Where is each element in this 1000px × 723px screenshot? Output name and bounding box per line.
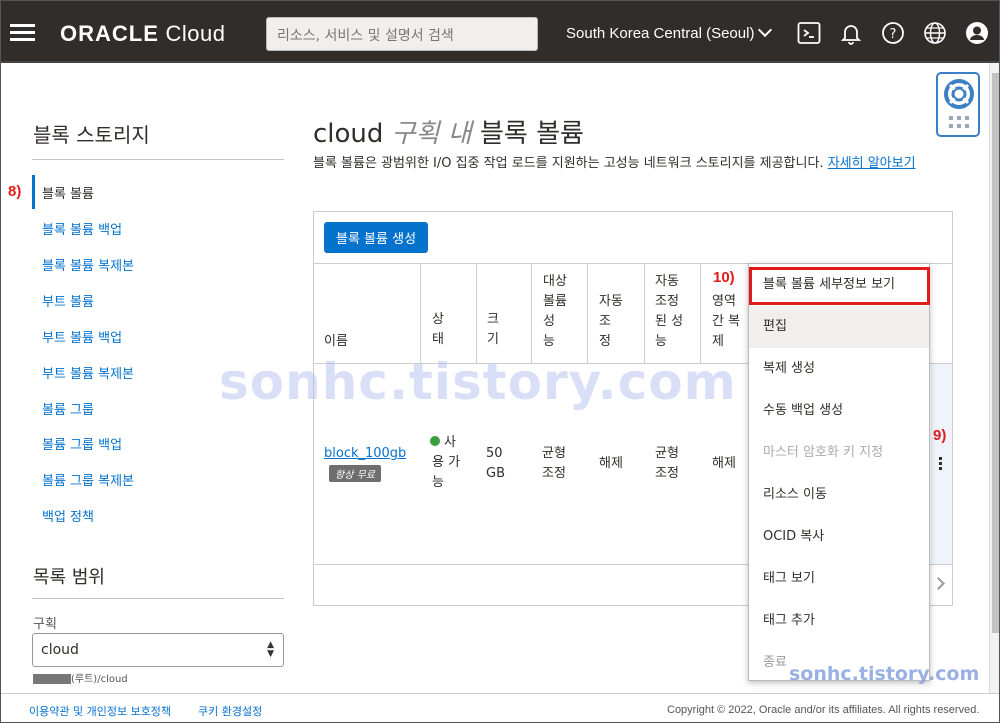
column-header-target-performance[interactable]: 대상 볼륨 성 능 [543, 272, 567, 352]
sidebar-item-block-volume-backups[interactable]: 블록 볼륨 백업 [42, 219, 122, 238]
cloud-shell-icon[interactable] [797, 21, 821, 45]
bell-icon[interactable] [839, 21, 863, 45]
learn-more-link[interactable]: 자세히 알아보기 [828, 156, 916, 171]
menu-item-move-resource[interactable]: 리소스 이동 [749, 474, 929, 516]
cross-region-cell: 해제 [712, 456, 736, 471]
column-header-auto-tune[interactable]: 자동 조 정 [599, 292, 623, 352]
scrollbar-thumb[interactable] [992, 73, 999, 633]
annotation-step-10: 10) [713, 269, 735, 286]
menu-item-edit[interactable]: 편집 [749, 306, 929, 348]
column-separator [587, 263, 588, 363]
logo-cloud: Cloud [165, 21, 226, 46]
size-cell: 50 GB [486, 446, 505, 481]
column-header-size[interactable]: 크기 [487, 310, 499, 350]
sidebar-item-boot-volume-backups[interactable]: 부트 볼륨 백업 [42, 327, 122, 346]
column-separator [476, 263, 477, 363]
page-description: 블록 볼륨은 광범위한 I/O 집중 작업 로드를 지원하는 고성능 네트워크 … [313, 156, 916, 171]
compartment-label: 구획 [33, 617, 57, 632]
sidebar-active-indicator [32, 175, 35, 209]
sidebar-item-block-volumes[interactable]: 블록 볼륨 [42, 183, 94, 202]
list-scope-title: 목록 범위 [33, 567, 105, 588]
watermark: sonhc.tistory.com [219, 353, 737, 411]
help-floater-button[interactable] [936, 72, 980, 137]
target-performance-cell: 균형 조정 [542, 446, 566, 481]
column-separator [420, 263, 421, 363]
compartment-path: (루트)/cloud [33, 670, 128, 685]
logo-oracle: ORACLE [60, 21, 159, 46]
help-icon[interactable]: ? [881, 21, 905, 45]
console-window: ORACLE Cloud 리소스, 서비스 및 설명서 검색 South Kor… [0, 0, 1000, 723]
column-separator [700, 263, 701, 363]
row-actions-kebab-icon[interactable] [939, 457, 943, 472]
select-arrows-icon: ▲ ▼ [267, 640, 274, 659]
oracle-cloud-logo[interactable]: ORACLE Cloud [60, 21, 226, 47]
sidebar-item-volume-group-backups[interactable]: 볼륨 그룹 백업 [42, 434, 122, 453]
sidebar-item-boot-volume-replicas[interactable]: 부트 볼륨 복제본 [42, 363, 134, 382]
column-separator [644, 263, 645, 363]
region-selector[interactable]: South Korea Central (Seoul) [566, 22, 773, 42]
menu-item-add-tags[interactable]: 태그 추가 [749, 600, 929, 642]
footer: 이용약관 및 개인정보 보호정책 쿠키 환경설정 Copyright © 202… [1, 693, 999, 722]
top-navigation-bar: ORACLE Cloud 리소스, 서비스 및 설명서 검색 South Kor… [1, 1, 999, 63]
auto-tune-cell: 해제 [599, 456, 623, 471]
globe-icon[interactable] [923, 21, 947, 45]
compartment-value: cloud [41, 642, 79, 658]
status-cell: 사 용 가 능 [430, 435, 461, 490]
terms-privacy-link[interactable]: 이용약관 및 개인정보 보호정책 [29, 703, 171, 719]
menu-item-assign-master-key: 마스터 암호화 키 지정 [763, 445, 884, 460]
status-available-icon [430, 436, 440, 446]
row-actions-menu: 블록 볼륨 세부정보 보기 편집 복제 생성 수동 백업 생성 마스터 암호화 … [748, 263, 930, 681]
column-header-status[interactable]: 상태 [432, 310, 444, 350]
menu-item-create-clone[interactable]: 복제 생성 [749, 348, 929, 390]
chevron-down-icon [758, 22, 773, 38]
vertical-scrollbar[interactable] [989, 63, 999, 693]
chevron-right-icon[interactable] [932, 577, 945, 590]
volume-name-link[interactable]: block_100gb [324, 444, 406, 464]
column-header-cross-region-replication[interactable]: 영역 간 복제 [712, 292, 740, 352]
svg-text:?: ? [890, 27, 897, 42]
always-free-badge: 항상 무료 [329, 465, 381, 482]
sidebar-item-block-volume-replicas[interactable]: 블록 볼륨 복제본 [42, 255, 134, 274]
sidebar-item-volume-group-replicas[interactable]: 볼륨 그룹 복제본 [42, 470, 134, 489]
sidebar-item-backup-policies[interactable]: 백업 정책 [42, 506, 94, 525]
menu-item-view-tags[interactable]: 태그 보기 [749, 558, 929, 600]
region-label: South Korea Central (Seoul) [566, 25, 755, 42]
auto-tuned-performance-cell: 균형 조정 [655, 446, 679, 481]
column-separator [531, 263, 532, 363]
lifebuoy-icon [944, 79, 974, 128]
sidebar-item-boot-volumes[interactable]: 부트 볼륨 [42, 291, 94, 310]
menu-icon[interactable] [10, 24, 35, 42]
menu-item-copy-ocid[interactable]: OCID 복사 [749, 516, 929, 558]
column-header-auto-tuned-performance[interactable]: 자동 조정 된 성능 [655, 272, 683, 352]
annotation-highlight-box [749, 267, 930, 305]
search-input[interactable]: 리소스, 서비스 및 설명서 검색 [266, 17, 538, 51]
profile-icon[interactable] [965, 21, 989, 45]
column-header-name[interactable]: 이름 [324, 332, 348, 352]
annotation-step-8: 8) [8, 183, 22, 200]
divider [32, 598, 284, 599]
redacted-text [33, 674, 71, 684]
create-block-volume-button[interactable]: 블록 볼륨 생성 [324, 222, 429, 253]
sidebar-title: 블록 스토리지 [33, 123, 150, 147]
divider [32, 159, 284, 160]
cookie-preferences-link[interactable]: 쿠키 환경설정 [198, 703, 262, 719]
sidebar-item-volume-groups[interactable]: 볼륨 그룹 [42, 399, 94, 418]
copyright-text: Copyright © 2022, Oracle and/or its affi… [667, 704, 980, 716]
annotation-step-9: 9) [933, 427, 947, 444]
compartment-select[interactable]: cloud ▲ ▼ [32, 633, 284, 667]
watermark: sonhc.tistory.com [789, 663, 980, 685]
page-title: cloud 구획 내 블록 볼륨 [313, 119, 584, 149]
menu-item-create-manual-backup[interactable]: 수동 백업 생성 [749, 390, 929, 432]
